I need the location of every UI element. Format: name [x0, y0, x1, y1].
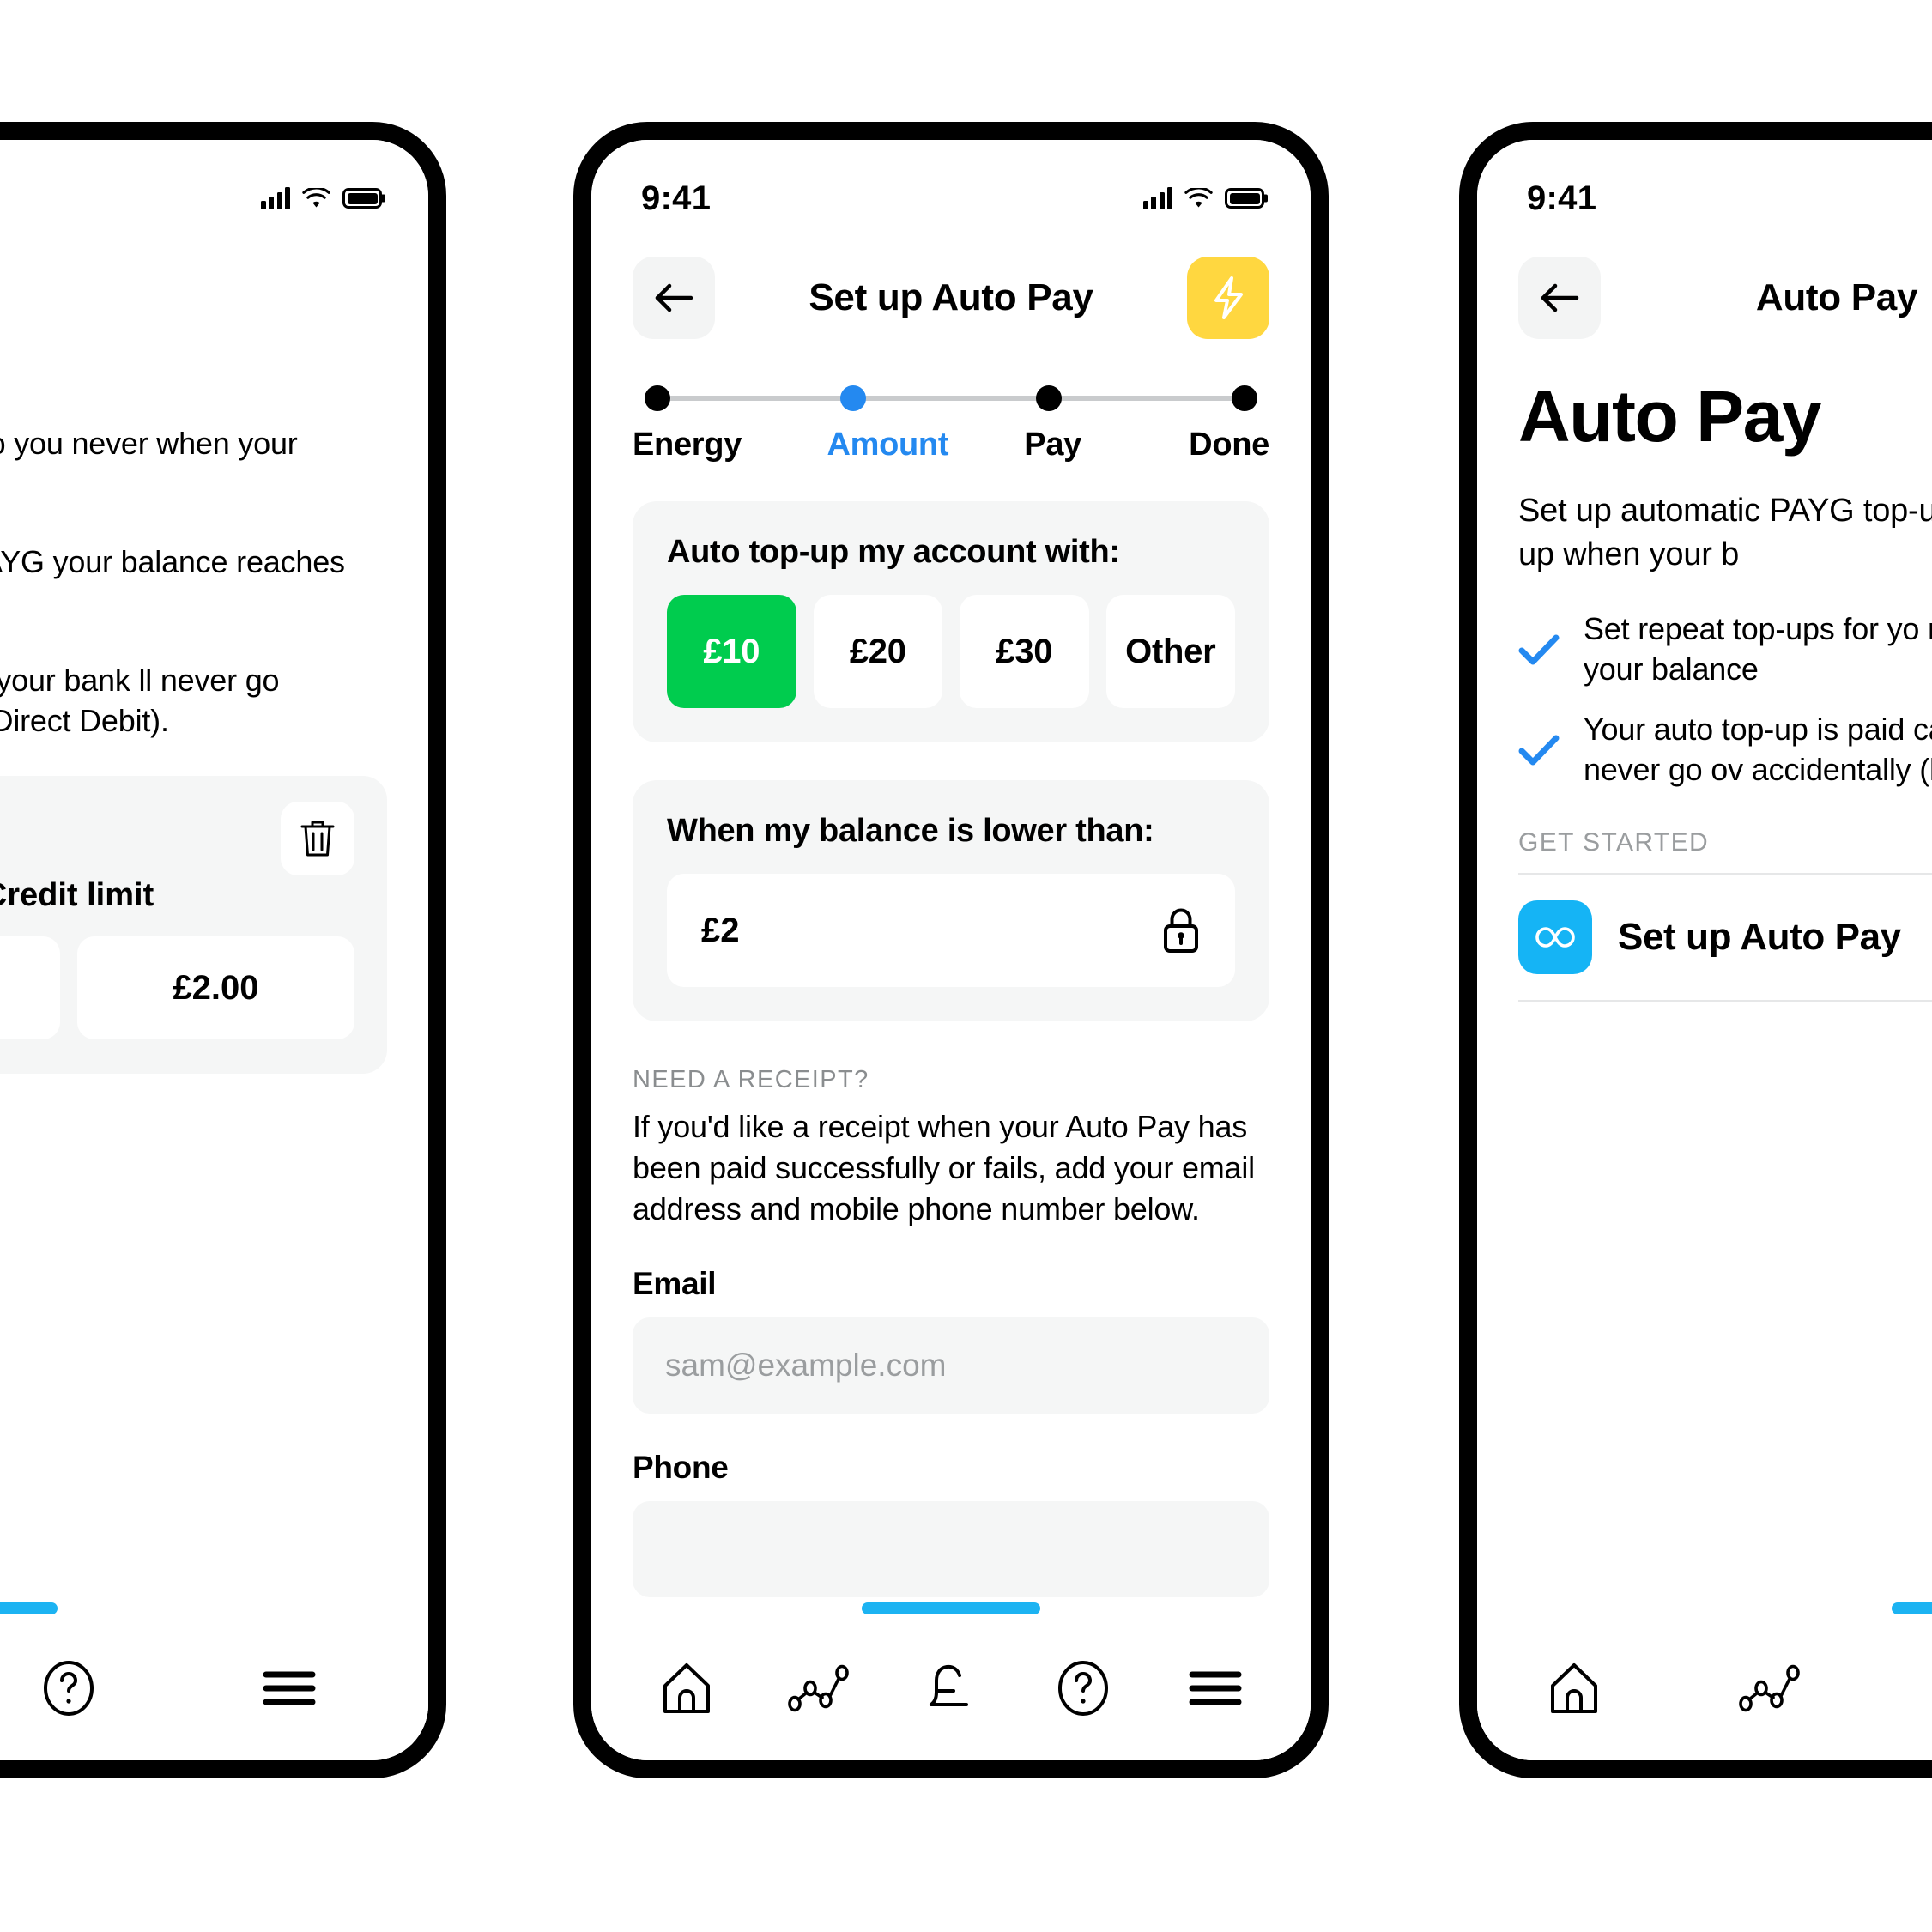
- check-icon: [1518, 734, 1560, 766]
- amount-option-10[interactable]: £10: [667, 595, 796, 708]
- left-paragraph-1: c PAYG top-ups so you never when your ba…: [0, 426, 298, 461]
- credit-limit-box-hidden: [0, 936, 60, 1040]
- balance-threshold-value: £2: [701, 911, 740, 949]
- wifi-icon: [1184, 187, 1213, 209]
- cellular-signal-icon: [1142, 187, 1172, 209]
- status-icons-center: [1142, 187, 1264, 209]
- credit-limit-value: £2.00: [77, 936, 354, 1040]
- amount-option-20[interactable]: £20: [813, 595, 942, 708]
- list-item-label: Set up Auto Pay: [1618, 916, 1901, 958]
- credit-limit-card: Credit limit £2.00: [0, 776, 387, 1075]
- balance-threshold-field: £2: [667, 874, 1235, 987]
- progress-stepper: Energy Amount Pay Done: [591, 349, 1311, 463]
- nav-pound-icon[interactable]: [904, 1641, 998, 1735]
- nav-usage-chart-icon[interactable]: [1723, 1641, 1817, 1735]
- topup-amount-options: £10 £20 £30 Other: [667, 595, 1235, 708]
- phone-left: 9:41 Auto Pay c PAYG top-ups so you neve…: [0, 122, 446, 1778]
- stepper-label-amount: Amount: [827, 427, 949, 463]
- email-input[interactable]: [633, 1317, 1269, 1414]
- phone-right-screen: 9:41 Auto Pay Auto Pay Set up automatic …: [1477, 140, 1932, 1760]
- topup-amount-title: Auto top-up my account with:: [667, 534, 1120, 570]
- receipt-section: NEED A RECEIPT? If you'd like a receipt …: [591, 1021, 1311, 1597]
- phone-center: 9:41 Set up Auto Pay Energy Amount Pay D…: [573, 122, 1329, 1778]
- balance-threshold-title: When my balance is lower than:: [667, 813, 1154, 849]
- screenshot-canvas: 9:41 Auto Pay c PAYG top-ups so you neve…: [0, 0, 1932, 1932]
- list-item: Set repeat top-ups for yo meter when you…: [1518, 609, 1932, 690]
- left-paragraph-3: op-up is paid with your bank ll never go…: [0, 662, 280, 739]
- bottom-nav-left: [0, 1616, 428, 1760]
- credit-limit-label: Credit limit: [0, 877, 154, 914]
- auto-pay-heading: Auto Pay: [1518, 376, 1822, 457]
- phone-right: 9:41 Auto Pay Auto Pay Set up automatic …: [1459, 122, 1932, 1778]
- battery-icon: [342, 188, 382, 209]
- status-bar-right: 9:41: [1477, 140, 1932, 233]
- stepper-labels: Energy Amount Pay Done: [633, 427, 1269, 463]
- credit-limit-values: £2.00: [0, 936, 354, 1040]
- list-item: Your auto top-up is paid card, so you'll…: [1518, 710, 1932, 790]
- stepper-label-done: Done: [1189, 427, 1269, 463]
- balance-threshold-card: When my balance is lower than: £2: [633, 780, 1269, 1021]
- lock-icon: [1161, 906, 1201, 954]
- back-arrow-icon[interactable]: [1518, 257, 1601, 339]
- receipt-eyebrow: NEED A RECEIPT?: [633, 1066, 869, 1093]
- check-icon: [1518, 633, 1560, 666]
- nav-menu-icon[interactable]: [242, 1641, 336, 1735]
- cellular-signal-icon: [260, 187, 290, 209]
- status-time-right: 9:41: [1527, 179, 1597, 217]
- phone-center-screen: 9:41 Set up Auto Pay Energy Amount Pay D…: [591, 140, 1311, 1760]
- home-indicator-left: [0, 1602, 58, 1614]
- status-time-center: 9:41: [641, 179, 712, 217]
- home-indicator-center: [862, 1602, 1040, 1614]
- amount-option-other[interactable]: Other: [1105, 595, 1235, 708]
- navbar-center: Set up Auto Pay: [591, 246, 1311, 349]
- email-label: Email: [633, 1265, 717, 1301]
- stepper-dots: [645, 385, 1257, 411]
- battery-icon: [1225, 188, 1264, 209]
- phone-label: Phone: [633, 1449, 729, 1485]
- navbar-right: Auto Pay: [1477, 246, 1932, 349]
- stepper-dot-energy[interactable]: [645, 385, 670, 411]
- stepper-dot-pay[interactable]: [1036, 385, 1062, 411]
- nav-help-icon[interactable]: [1036, 1641, 1130, 1735]
- nav-home-icon[interactable]: [639, 1641, 734, 1735]
- get-started-eyebrow: GET STARTED: [1518, 828, 1710, 857]
- status-icons: [260, 187, 382, 209]
- stepper-dot-done[interactable]: [1232, 385, 1257, 411]
- nav-help-icon[interactable]: [21, 1641, 116, 1735]
- topup-amount-card: Auto top-up my account with: £10 £20 £30…: [633, 501, 1269, 742]
- trash-icon[interactable]: [281, 802, 354, 876]
- page-title-left: Auto Pay: [0, 276, 387, 319]
- auto-pay-intro: Set up automatic PAYG top-u forget to to…: [1518, 493, 1932, 572]
- left-paragraph-2: op-ups for your PAYG your balance reache…: [0, 543, 345, 579]
- benefit-list: Set repeat top-ups for yo meter when you…: [1477, 577, 1932, 790]
- bottom-nav-right: [1477, 1616, 1932, 1760]
- list-item-label: Your auto top-up is paid card, so you'll…: [1584, 712, 1932, 788]
- list-item-label: Set repeat top-ups for yo meter when you…: [1584, 610, 1932, 687]
- stepper-dot-amount[interactable]: [840, 385, 866, 411]
- navbar-left: Auto Pay: [0, 246, 428, 349]
- list-item-set-up-auto-pay[interactable]: Set up Auto Pay: [1518, 873, 1932, 1002]
- nav-menu-icon[interactable]: [1168, 1641, 1263, 1735]
- bottom-nav-center: [591, 1616, 1311, 1760]
- status-bar-center: 9:41: [591, 140, 1311, 233]
- nav-home-icon[interactable]: [1527, 1641, 1621, 1735]
- nav-usage-chart-icon[interactable]: [772, 1641, 866, 1735]
- status-bar-left: 9:41: [0, 140, 428, 233]
- home-indicator-right: [1891, 1602, 1932, 1614]
- stepper-label-pay: Pay: [1024, 427, 1082, 463]
- amount-option-30[interactable]: £30: [960, 595, 1089, 708]
- receipt-body: If you'd like a receipt when your Auto P…: [633, 1109, 1255, 1226]
- stepper-track: [645, 384, 1257, 413]
- back-arrow-icon[interactable]: [633, 257, 715, 339]
- phone-input[interactable]: [633, 1500, 1269, 1597]
- nav-pound-icon[interactable]: [1918, 1641, 1932, 1735]
- lightning-bolt-icon[interactable]: [1187, 257, 1269, 339]
- stepper-label-energy: Energy: [633, 427, 742, 463]
- infinity-icon: [1518, 900, 1592, 974]
- wifi-icon: [302, 187, 330, 209]
- phone-left-screen: 9:41 Auto Pay c PAYG top-ups so you neve…: [0, 140, 428, 1760]
